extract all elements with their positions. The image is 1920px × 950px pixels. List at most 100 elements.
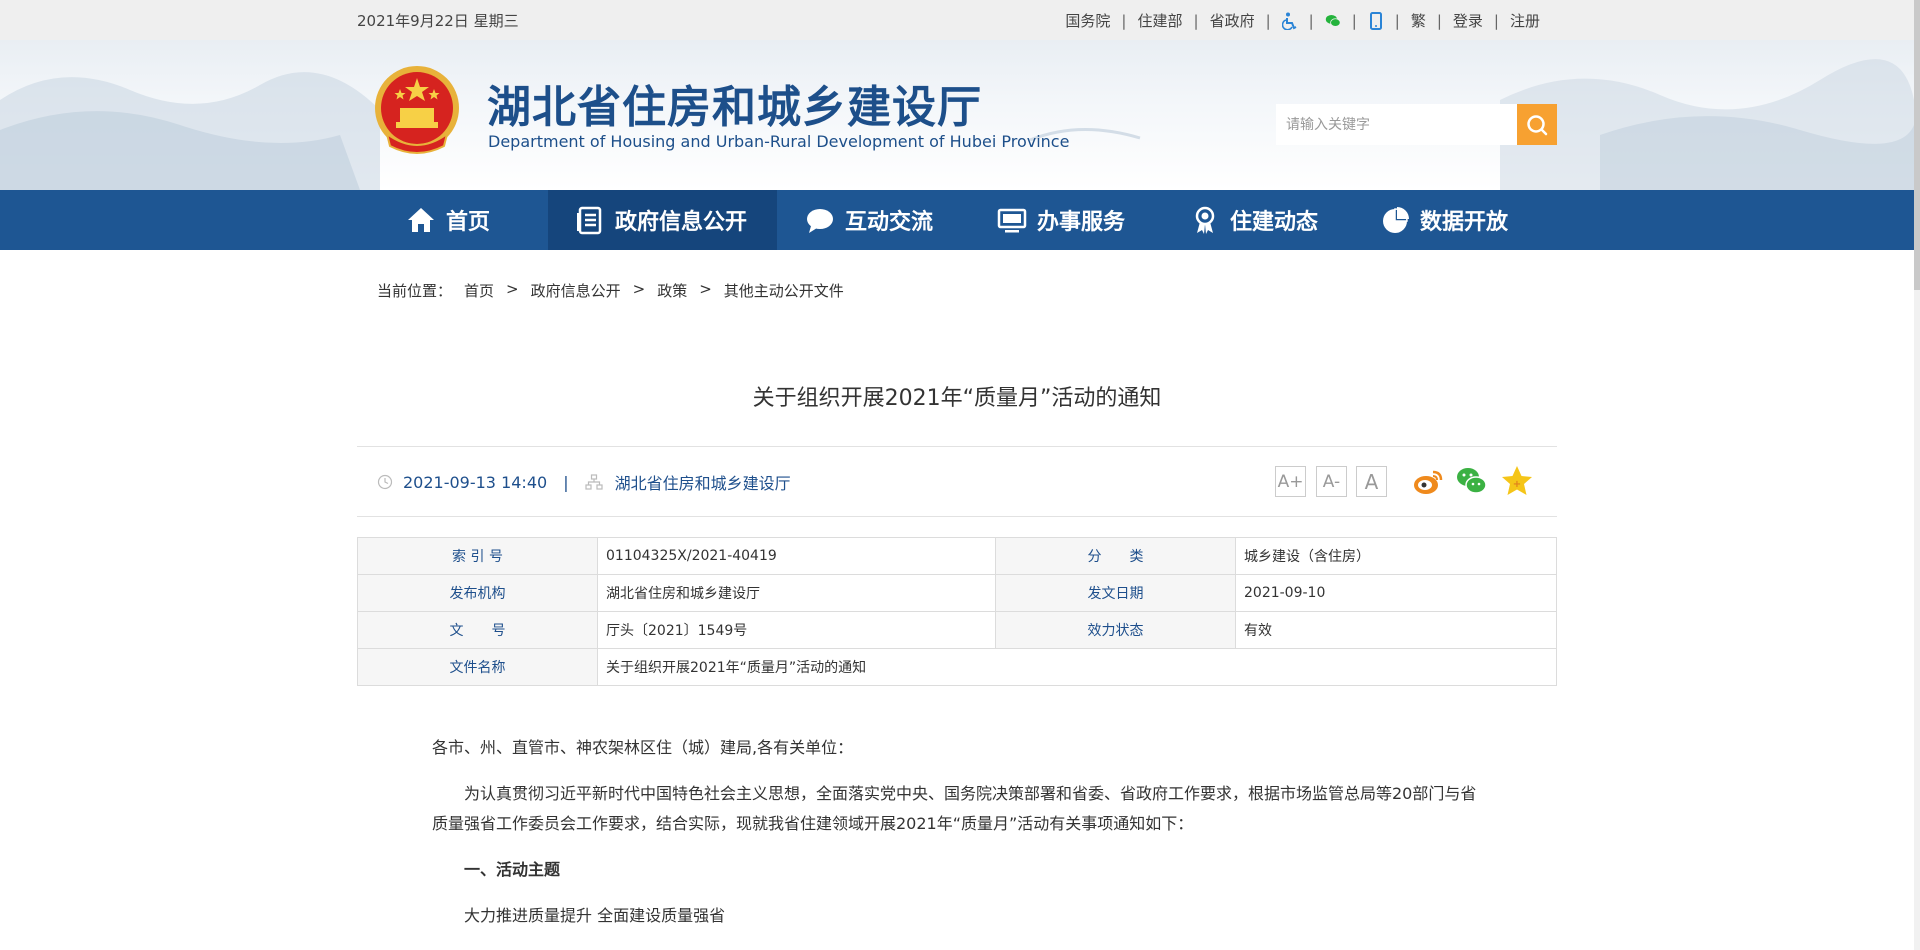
- favorite-star-icon[interactable]: +: [1500, 464, 1534, 498]
- nav-open-data[interactable]: 数据开放: [1380, 190, 1508, 250]
- separator: |: [1351, 11, 1357, 30]
- breadcrumb-policy[interactable]: 政策: [657, 280, 687, 301]
- breadcrumb-separator: >: [506, 280, 519, 298]
- search-input[interactable]: [1276, 104, 1517, 145]
- nav-label: 数据开放: [1420, 210, 1509, 235]
- article-title: 关于组织开展2021年“质量月”活动的通知: [752, 386, 1162, 411]
- nav-services[interactable]: 办事服务: [997, 190, 1125, 250]
- table-row: 索 引 号 01104325X/2021-40419 分 类 城乡建设（含住房）: [357, 537, 1557, 575]
- search-box: [1276, 104, 1557, 145]
- wechat-share-icon[interactable]: [1455, 464, 1489, 498]
- home-icon: [408, 208, 434, 232]
- separator: |: [1308, 11, 1314, 30]
- nav-label: 住建动态: [1230, 210, 1319, 235]
- site-header: 湖北省住房和城乡建设厅 Department of Housing and Ur…: [0, 40, 1914, 190]
- site-subtitle: Department of Housing and Urban-Rural De…: [488, 132, 1070, 151]
- separator: |: [1193, 11, 1199, 30]
- login-link[interactable]: 登录: [1453, 10, 1483, 31]
- breadcrumb-other-docs[interactable]: 其他主动公开文件: [724, 280, 844, 301]
- publisher-label: 发布机构: [357, 574, 598, 612]
- mobile-icon[interactable]: [1368, 11, 1384, 30]
- divider-bottom: [357, 516, 1557, 517]
- font-decrease-button[interactable]: A-: [1316, 466, 1347, 497]
- search-icon: [1527, 114, 1548, 135]
- nav-label: 互动交流: [845, 210, 934, 235]
- accessibility-icon[interactable]: [1281, 12, 1298, 30]
- category-label: 分 类: [995, 537, 1236, 575]
- table-row: 发布机构 湖北省住房和城乡建设厅 发文日期 2021-09-10: [357, 574, 1557, 612]
- doc-name-value: 关于组织开展2021年“质量月”活动的通知: [597, 648, 1557, 686]
- publisher-value: 湖北省住房和城乡建设厅: [597, 574, 996, 612]
- theme-text: 大力推进质量提升 全面建设质量强省: [464, 906, 726, 925]
- body-paragraph: 为认真贯彻习近平新时代中国特色社会主义思想，全面落实党中央、国务院决策部署和省委…: [432, 784, 1477, 833]
- issue-date-label: 发文日期: [995, 574, 1236, 612]
- link-provincial-gov[interactable]: 省政府: [1210, 10, 1255, 31]
- font-increase-button[interactable]: A+: [1275, 466, 1306, 497]
- chat-bubble-icon: [807, 209, 833, 233]
- status-value: 有效: [1235, 611, 1557, 649]
- clock-icon: [377, 474, 393, 490]
- divider-top: [357, 446, 1557, 447]
- weibo-icon[interactable]: [1411, 464, 1445, 498]
- top-utility-bar: 2021年9月22日 星期三 国务院 | 住建部 | 省政府 | | | | 繁…: [0, 0, 1914, 40]
- top-links: 国务院 | 住建部 | 省政府 | | | | 繁 | 登录 | 注册: [1065, 10, 1540, 31]
- pie-chart-icon: [1383, 207, 1409, 233]
- nav-news[interactable]: 住建动态: [1190, 190, 1318, 250]
- font-button-label: A+: [1277, 471, 1304, 492]
- wechat-icon[interactable]: [1325, 12, 1341, 30]
- separator: |: [1436, 11, 1442, 30]
- publish-source: 湖北省住房和城乡建设厅: [614, 474, 791, 493]
- breadcrumb-prefix: 当前位置：: [377, 282, 453, 300]
- breadcrumb: 当前位置： 首页 > 政府信息公开 > 政策 > 其他主动公开文件: [377, 280, 844, 301]
- font-button-label: A: [1364, 469, 1379, 494]
- monitor-icon: [997, 208, 1027, 233]
- breadcrumb-home[interactable]: 首页: [464, 280, 494, 301]
- nav-home[interactable]: 首页: [406, 190, 490, 250]
- svg-text:+: +: [1513, 479, 1521, 490]
- traditional-chinese-toggle[interactable]: 繁: [1411, 10, 1426, 31]
- nav-label: 办事服务: [1037, 210, 1126, 235]
- doc-name-label: 文件名称: [357, 648, 598, 686]
- doc-number-label: 文 号: [357, 611, 598, 649]
- category-value: 城乡建设（含住房）: [1235, 537, 1557, 575]
- table-row: 文件名称 关于组织开展2021年“质量月”活动的通知: [357, 648, 1557, 686]
- separator: |: [1265, 11, 1271, 30]
- current-date: 2021年9月22日 星期三: [357, 12, 519, 30]
- separator: |: [1121, 11, 1127, 30]
- page-scrollbar[interactable]: [1914, 0, 1920, 950]
- nav-interaction[interactable]: 互动交流: [805, 190, 933, 250]
- salutation: 各市、州、直管市、神农架林区住（城）建局,各有关单位：: [432, 738, 854, 757]
- issue-date-value: 2021-09-10: [1235, 574, 1557, 612]
- nav-label: 政府信息公开: [615, 210, 748, 235]
- font-reset-button[interactable]: A: [1356, 466, 1387, 497]
- separator: |: [1493, 11, 1499, 30]
- search-button[interactable]: [1517, 104, 1557, 145]
- award-ribbon-icon: [1195, 206, 1215, 234]
- document-info-table: 索 引 号 01104325X/2021-40419 分 类 城乡建设（含住房）…: [357, 537, 1557, 686]
- separator: |: [1394, 11, 1400, 30]
- national-emblem: [375, 66, 459, 154]
- status-label: 效力状态: [995, 611, 1236, 649]
- index-value: 01104325X/2021-40419: [597, 537, 996, 575]
- font-button-label: A-: [1322, 471, 1341, 492]
- section-heading: 一、活动主题: [464, 860, 561, 879]
- table-row: 文 号 厅头〔2021〕1549号 效力状态 有效: [357, 611, 1557, 649]
- index-label: 索 引 号: [357, 537, 598, 575]
- breadcrumb-gov-info[interactable]: 政府信息公开: [531, 280, 621, 301]
- meta-divider: |: [563, 472, 569, 492]
- org-structure-icon: [584, 474, 603, 490]
- article-meta: 2021-09-13 14:40 | 湖北省住房和城乡建设厅: [377, 470, 791, 494]
- nav-gov-info[interactable]: 政府信息公开: [548, 190, 777, 250]
- publish-datetime: 2021-09-13 14:40: [403, 472, 548, 492]
- nav-label: 首页: [446, 210, 491, 235]
- scrollbar-thumb[interactable]: [1914, 0, 1920, 290]
- link-mohurd[interactable]: 住建部: [1137, 10, 1182, 31]
- register-link[interactable]: 注册: [1510, 10, 1540, 31]
- main-navigation: 首页 政府信息公开 互动交流 办事服务 住建动态 数据开放: [0, 190, 1914, 250]
- doc-number-value: 厅头〔2021〕1549号: [597, 611, 996, 649]
- link-state-council[interactable]: 国务院: [1065, 10, 1110, 31]
- breadcrumb-separator: >: [699, 280, 712, 298]
- document-list-icon: [577, 206, 602, 235]
- site-title: 湖北省住房和城乡建设厅: [487, 82, 982, 133]
- breadcrumb-separator: >: [632, 280, 646, 298]
